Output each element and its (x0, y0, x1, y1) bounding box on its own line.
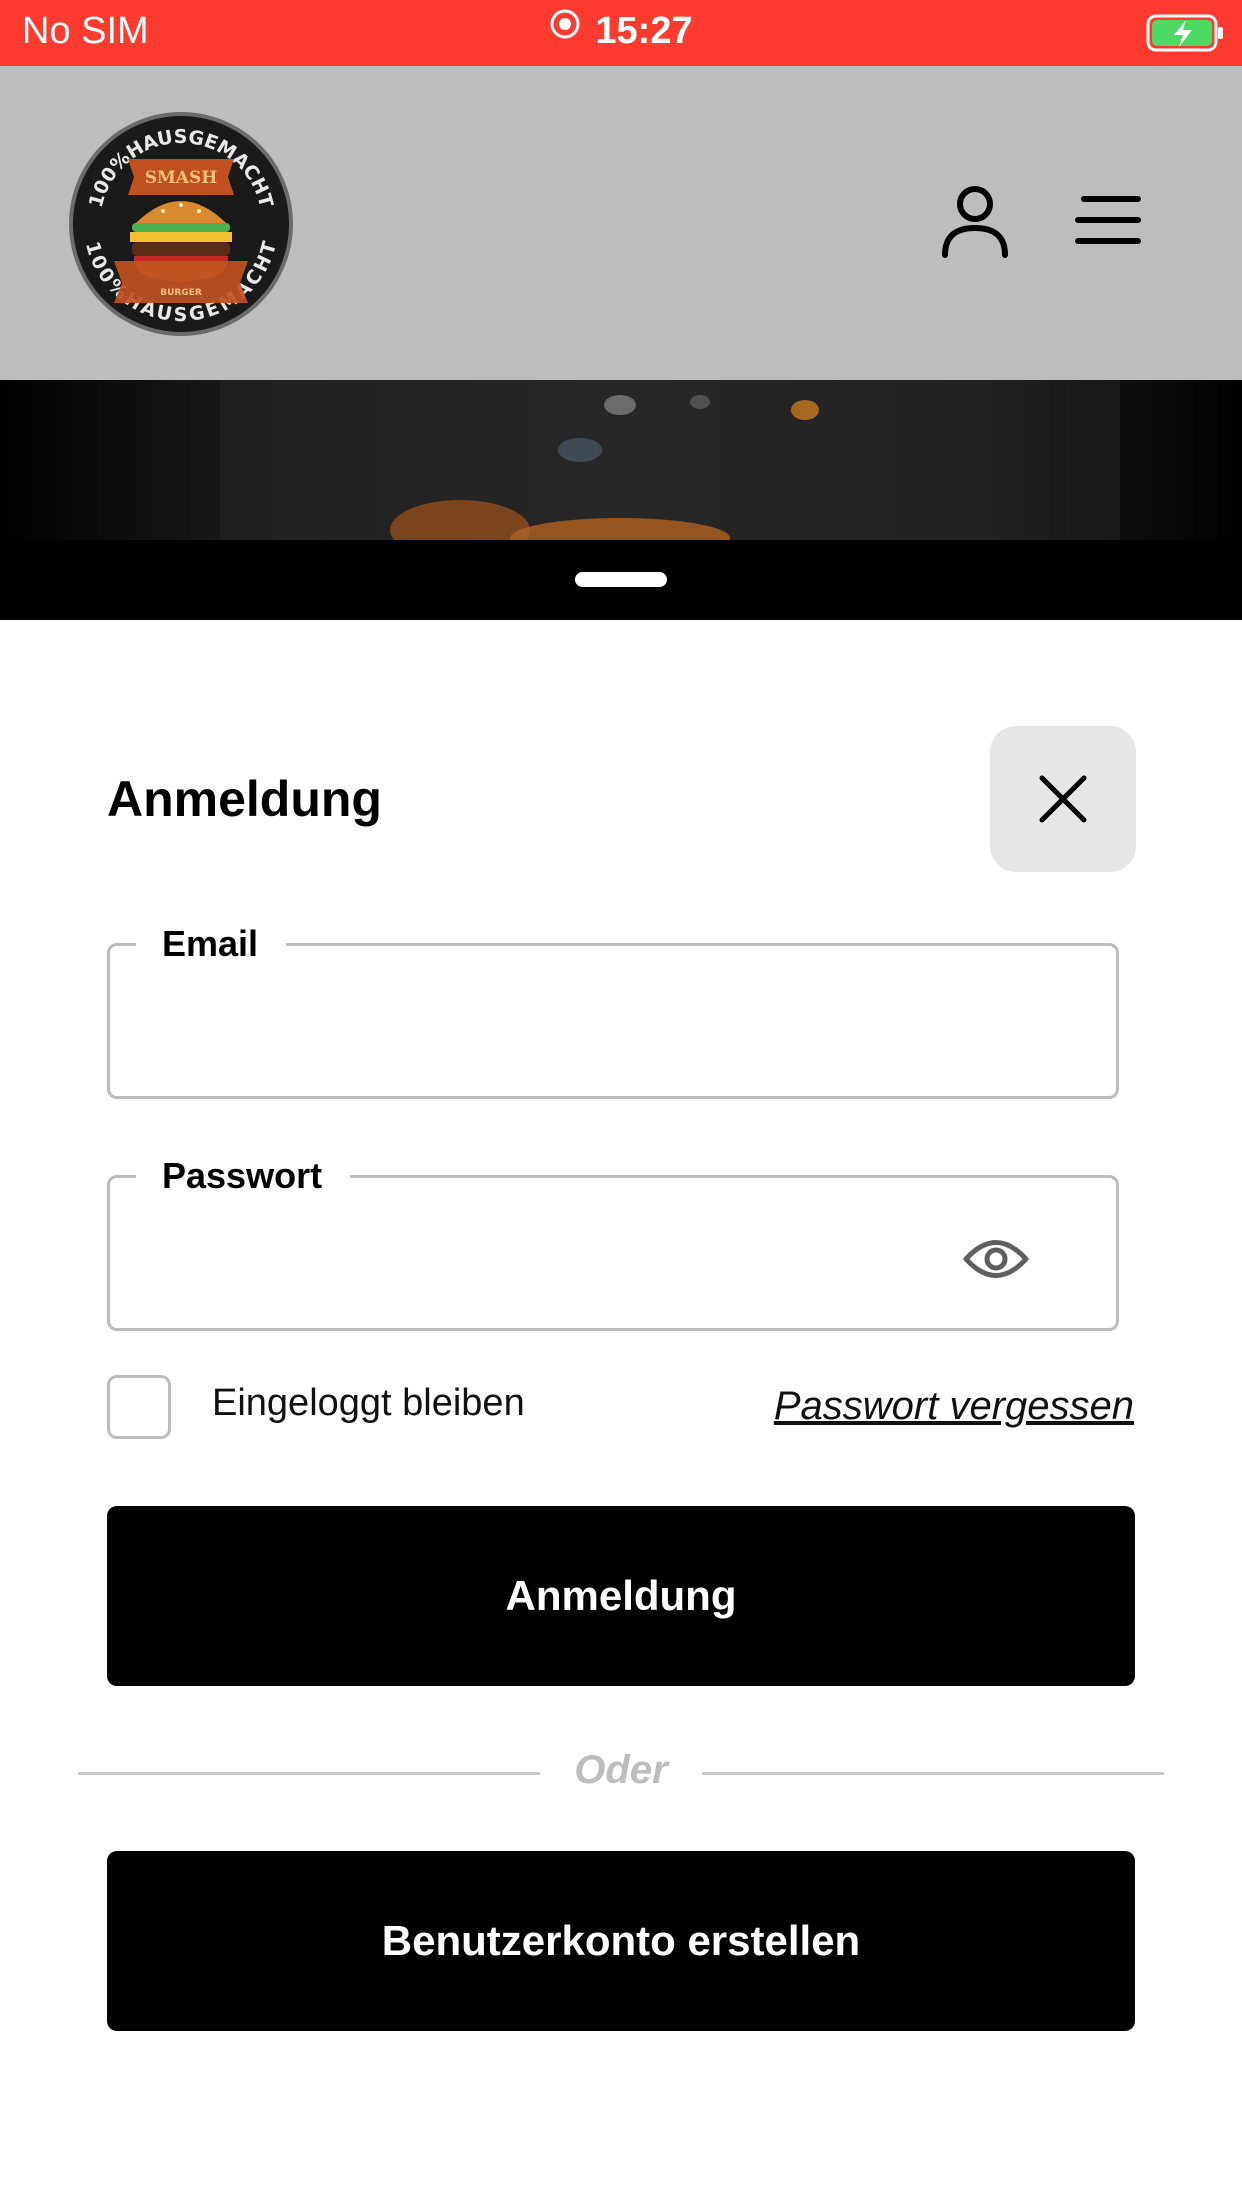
remember-me-checkbox[interactable] (107, 1375, 171, 1439)
battery-charging-icon (1146, 14, 1226, 57)
sheet-title: Anmeldung (107, 771, 382, 827)
email-label: Email (136, 920, 287, 968)
sheet-drag-handle[interactable] (575, 572, 667, 587)
record-icon (549, 7, 581, 50)
status-time-group: 15:27 (0, 7, 1242, 54)
email-field-container: Email (107, 920, 1119, 1099)
logo-banner-text: SMASH (145, 168, 218, 188)
login-sheet: Anmeldung Email Passwort Eingeloggt blei… (0, 620, 1242, 2208)
forgot-password-link[interactable]: Passwort vergessen (774, 1384, 1134, 1429)
password-field[interactable] (130, 1208, 974, 1310)
restaurant-logo[interactable]: 100%HAUSGEMACHT 100%HAUSGEMACHT SMASH BU… (68, 111, 294, 337)
menu-icon[interactable] (1074, 194, 1144, 246)
close-button[interactable] (990, 726, 1136, 872)
hero-backdrop (0, 380, 1242, 620)
app-header: 100%HAUSGEMACHT 100%HAUSGEMACHT SMASH BU… (0, 66, 1242, 380)
email-field[interactable] (130, 976, 974, 1078)
hero-image (0, 380, 1242, 540)
status-bar: No SIM 15:27 (0, 0, 1242, 66)
remember-me-label: Eingeloggt bleiben (212, 1382, 525, 1424)
password-field-container: Passwort (107, 1152, 1119, 1331)
divider-line-right (702, 1772, 1164, 1775)
status-time: 15:27 (595, 10, 693, 52)
account-icon[interactable] (940, 184, 1010, 258)
password-label: Passwort (136, 1152, 351, 1200)
close-icon (1039, 775, 1087, 823)
eye-icon[interactable] (962, 1236, 1030, 1287)
divider-text: Oder (574, 1748, 668, 1792)
create-account-button[interactable]: Benutzerkonto erstellen (107, 1851, 1135, 2031)
login-button[interactable]: Anmeldung (107, 1506, 1135, 1686)
divider-line-left (78, 1772, 540, 1775)
logo-bottom-small: BURGER (160, 288, 202, 298)
